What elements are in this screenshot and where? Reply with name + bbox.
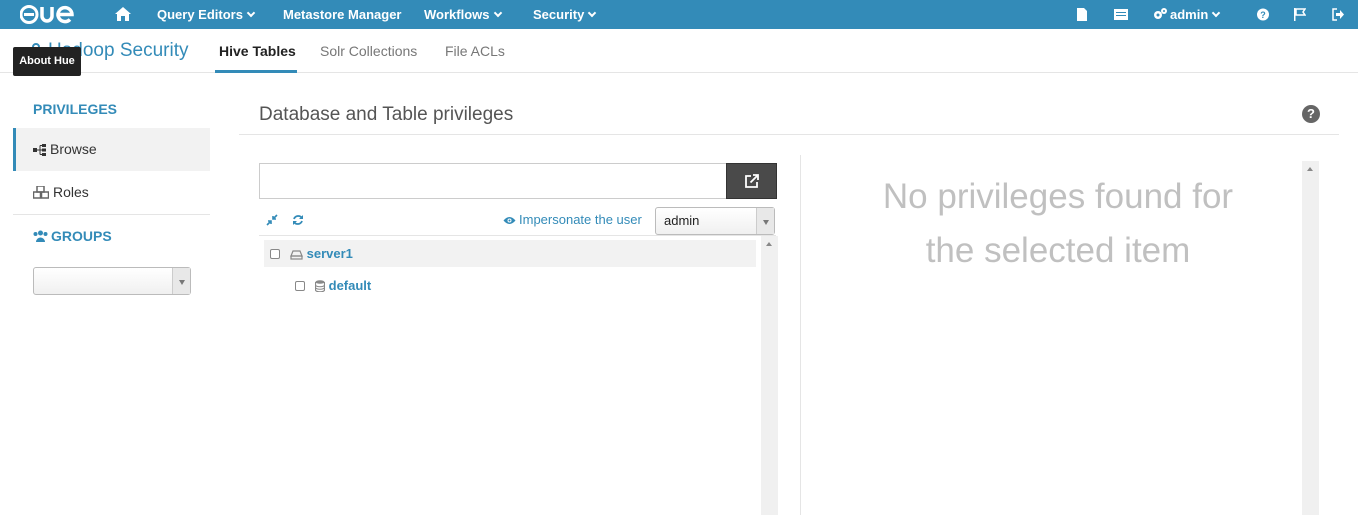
active-tab-indicator <box>215 70 297 73</box>
server-checkbox[interactable] <box>270 249 280 259</box>
top-navbar: Query Editors Metastore Manager Workflow… <box>0 0 1358 29</box>
impersonate-user-select[interactable]: admin <box>655 207 775 235</box>
empty-state-message: No privileges found for the selected ite… <box>882 177 1234 270</box>
tree-scrollbar[interactable] <box>761 236 778 515</box>
list-icon[interactable] <box>1114 8 1128 21</box>
collapse-icon[interactable] <box>266 214 278 226</box>
database-icon <box>314 280 325 293</box>
sitemap-icon <box>33 144 46 156</box>
users-icon <box>33 230 48 242</box>
flag-icon[interactable] <box>1294 8 1306 21</box>
help-icon[interactable]: ? <box>1257 8 1269 21</box>
external-link-icon <box>745 174 759 188</box>
impersonate-link[interactable]: Impersonate the user <box>503 212 642 227</box>
chevron-down-icon <box>756 208 774 234</box>
eye-icon <box>503 217 516 224</box>
svg-text:?: ? <box>1260 10 1266 20</box>
panel-separator <box>800 155 801 515</box>
sidebar-divider <box>13 214 210 215</box>
chevron-down-icon <box>246 8 256 18</box>
gears-icon <box>1154 8 1167 19</box>
hue-logo[interactable] <box>20 4 82 25</box>
sidebar-item-roles[interactable]: Roles <box>13 171 210 214</box>
chevron-down-icon <box>172 268 190 294</box>
nav-query-editors[interactable]: Query Editors <box>157 7 256 22</box>
groups-select[interactable] <box>33 267 191 295</box>
sidebar-item-browse[interactable]: Browse <box>13 128 210 171</box>
tree-node-database[interactable]: default <box>295 272 371 299</box>
home-icon[interactable] <box>114 6 132 22</box>
about-hue-tooltip: About Hue <box>13 47 81 76</box>
database-checkbox[interactable] <box>295 281 305 291</box>
tab-solr-collections[interactable]: Solr Collections <box>320 43 417 59</box>
logout-icon[interactable] <box>1332 8 1344 21</box>
section-title: Database and Table privileges <box>259 104 514 125</box>
user-menu[interactable]: admin <box>1153 7 1221 22</box>
privileges-heading: PRIVILEGES <box>33 101 118 117</box>
open-external-button[interactable] <box>726 163 777 199</box>
app-header: Hadoop Security Hive Tables Solr Collect… <box>0 29 1358 73</box>
chevron-down-icon <box>588 8 597 18</box>
tree-node-server[interactable]: server1 <box>264 240 756 267</box>
nav-metastore-manager[interactable]: Metastore Manager <box>283 7 401 22</box>
groups-heading: GROUPS <box>33 228 112 244</box>
nav-workflows[interactable]: Workflows <box>424 7 502 22</box>
refresh-icon[interactable] <box>292 214 304 226</box>
section-divider <box>239 134 1339 135</box>
document-icon[interactable] <box>1076 8 1088 21</box>
tree-divider <box>259 235 776 236</box>
chevron-down-icon <box>1212 8 1221 18</box>
help-icon[interactable]: ? <box>1302 105 1320 123</box>
cubes-icon <box>32 185 50 199</box>
chevron-down-icon <box>493 8 502 18</box>
tab-hive-tables[interactable]: Hive Tables <box>219 43 296 59</box>
privileges-scrollbar[interactable] <box>1302 161 1319 515</box>
tab-file-acls[interactable]: File ACLs <box>445 43 505 59</box>
nav-security[interactable]: Security <box>533 7 597 22</box>
path-search-input[interactable] <box>259 163 727 199</box>
server-icon <box>289 250 303 260</box>
